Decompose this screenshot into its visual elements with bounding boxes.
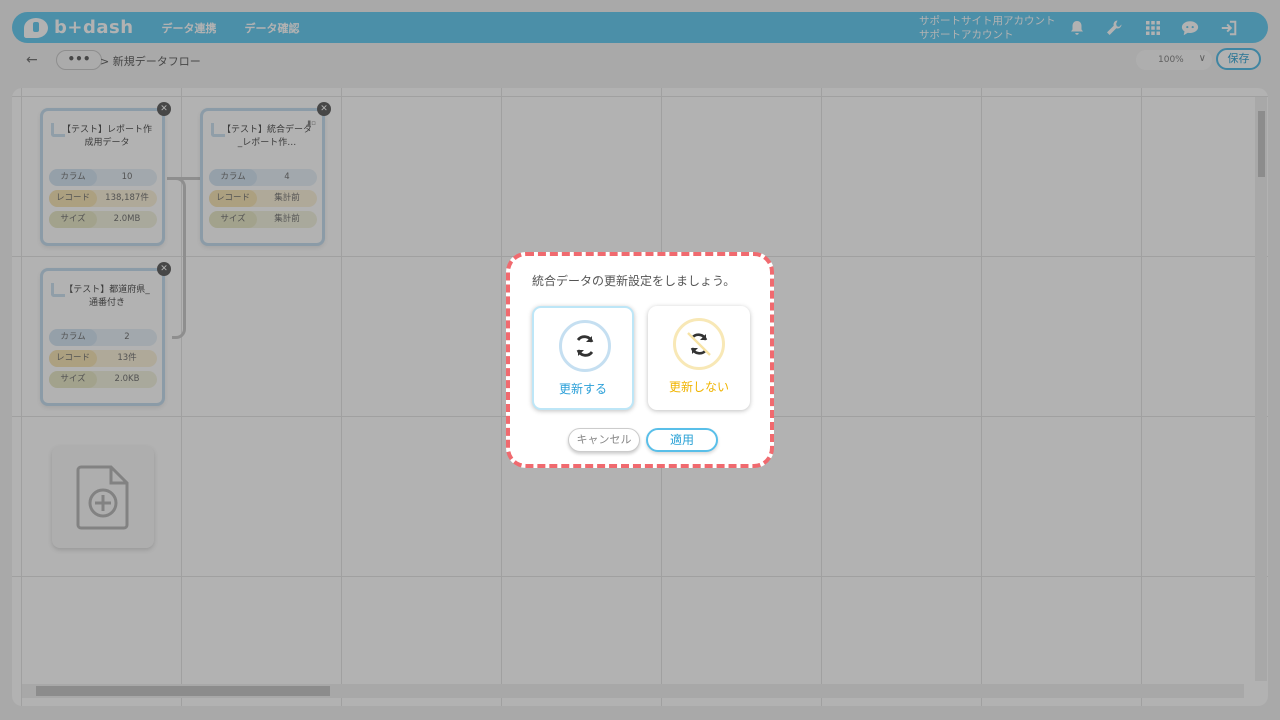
cancel-button[interactable]: キャンセル: [568, 428, 640, 452]
option-no-update[interactable]: 更新しない: [648, 306, 750, 410]
no-refresh-icon: [673, 318, 725, 370]
option-no-update-label: 更新しない: [668, 380, 729, 394]
refresh-icon: [559, 320, 611, 372]
option-update[interactable]: 更新する: [532, 306, 634, 410]
option-update-label: 更新する: [558, 382, 607, 396]
update-setting-dialog: 統合データの更新設定をしましょう。 更新する 更新しない キャンセル 適用: [506, 252, 774, 468]
apply-button[interactable]: 適用: [646, 428, 718, 452]
dialog-message: 統合データの更新設定をしましょう。: [532, 274, 736, 288]
